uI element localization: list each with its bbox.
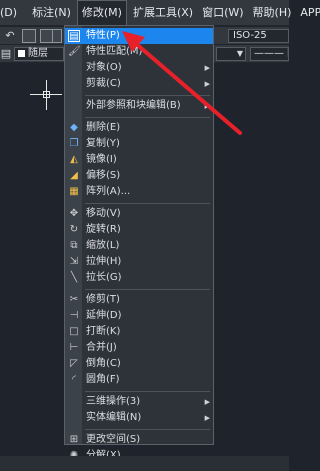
- annotation-arrow: [122, 31, 242, 135]
- menu-app-plus[interactable]: APP+: [297, 0, 320, 26]
- arrow-shaft: [132, 40, 242, 135]
